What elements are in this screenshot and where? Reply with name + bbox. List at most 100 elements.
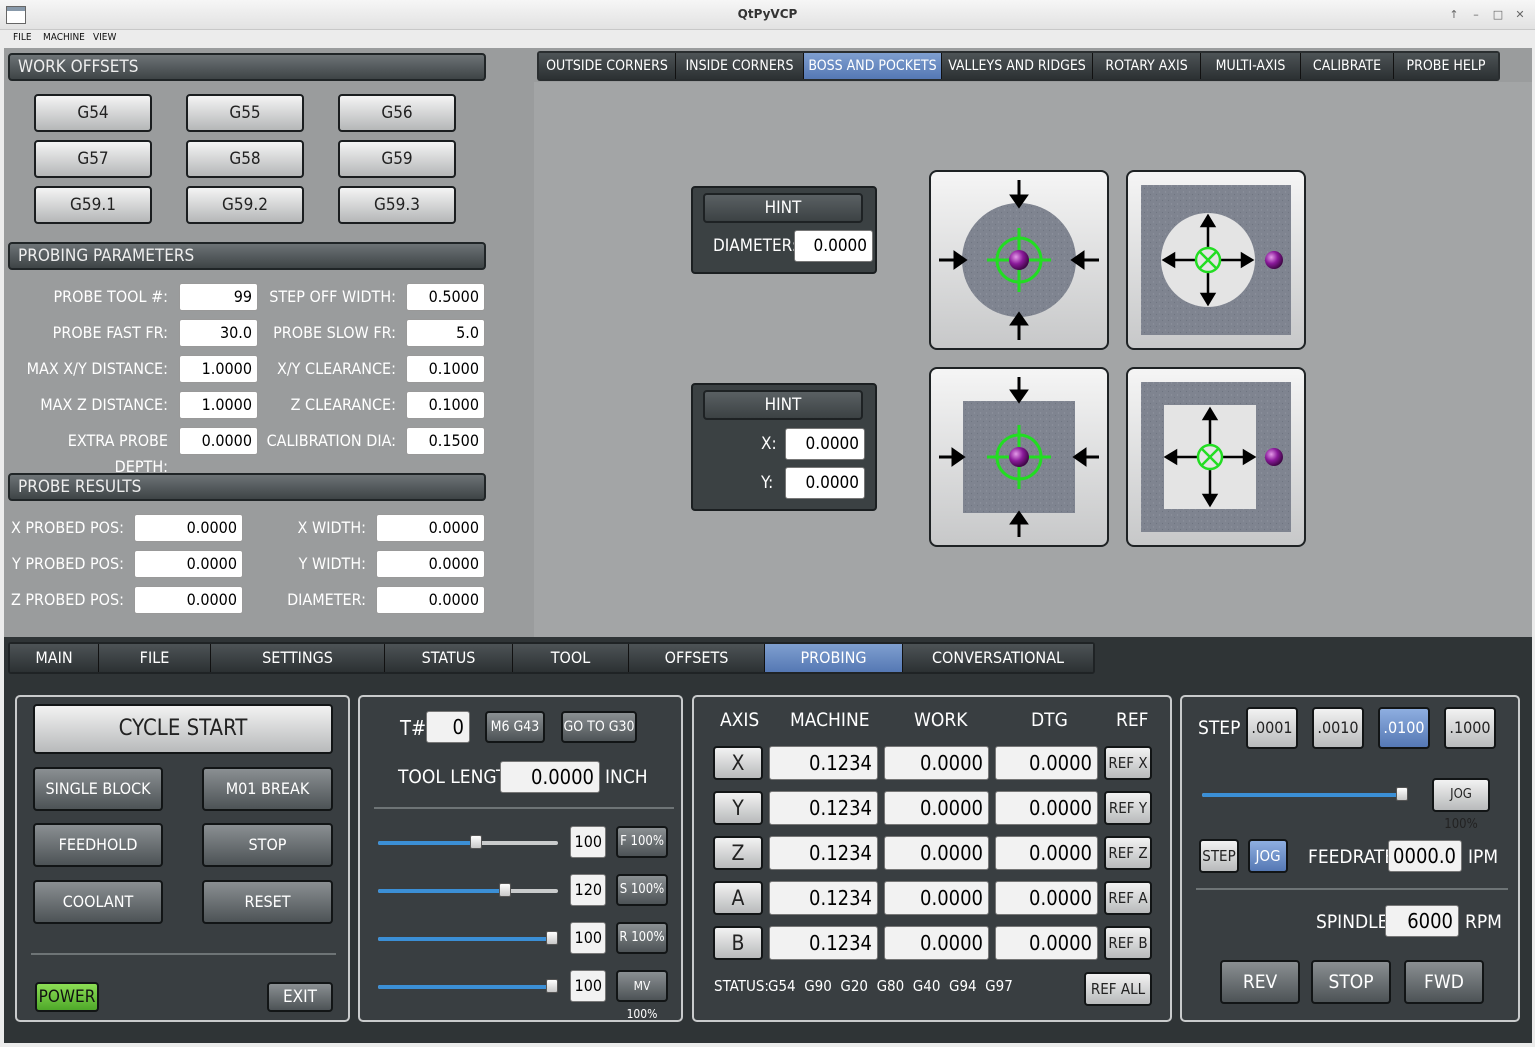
keep-above-icon[interactable]: ↑ — [1447, 8, 1461, 22]
m01-break-button[interactable]: M01 BREAK — [202, 767, 333, 811]
axis-b-button[interactable]: B — [713, 926, 763, 960]
ref-a-button[interactable]: REF A — [1104, 881, 1152, 915]
tab-status[interactable]: STATUS — [385, 644, 513, 672]
rapid-override-reset-button[interactable]: R 100% — [616, 922, 668, 954]
diameter-field[interactable]: 0.0000 — [794, 230, 873, 262]
g57-button[interactable]: G57 — [34, 140, 152, 178]
tab-probe-help[interactable]: PROBE HELP — [1394, 53, 1498, 79]
max-velocity-reset-button[interactable]: MV 100% — [616, 970, 668, 1021]
tab-calibrate[interactable]: CALIBRATE — [1301, 53, 1394, 79]
round-hint-button[interactable]: HINT — [703, 193, 863, 223]
spindle-speed-field[interactable]: 6000 — [1385, 905, 1459, 937]
g55-button[interactable]: G55 — [186, 94, 304, 132]
minimize-icon[interactable]: – — [1469, 8, 1483, 22]
feed-override-knob[interactable] — [470, 835, 482, 849]
g59-3-button[interactable]: G59.3 — [338, 186, 456, 224]
tab-multi-axis[interactable]: MULTI-AXIS — [1201, 53, 1301, 79]
ref-b-button[interactable]: REF B — [1104, 926, 1152, 960]
step-0001-button[interactable]: .0001 — [1246, 707, 1298, 749]
max-xy-distance-field[interactable]: 1.0000 — [179, 355, 258, 383]
tab-boss-and-pockets[interactable]: BOSS AND POCKETS — [804, 53, 942, 79]
probe-pocket-rect-button[interactable] — [1126, 367, 1306, 547]
tab-valleys-and-ridges[interactable]: VALLEYS AND RIDGES — [942, 53, 1093, 79]
cycle-start-button[interactable]: CYCLE START — [33, 704, 333, 754]
calibration-dia-field[interactable]: 0.1500 — [406, 427, 485, 455]
jog-100-button[interactable]: JOG 100% — [1432, 778, 1490, 832]
g58-button[interactable]: G58 — [186, 140, 304, 178]
step-1000-button[interactable]: .1000 — [1444, 707, 1496, 749]
tab-probing[interactable]: PROBING — [765, 644, 903, 672]
z-clearance-field[interactable]: 0.1000 — [406, 391, 485, 419]
spindle-override-knob[interactable] — [499, 883, 511, 897]
g59-2-button[interactable]: G59.2 — [186, 186, 304, 224]
rapid-override-slider[interactable] — [378, 931, 558, 945]
single-block-button[interactable]: SINGLE BLOCK — [33, 767, 163, 811]
axis-z-button[interactable]: Z — [713, 836, 763, 870]
jog-speed-knob[interactable] — [1396, 787, 1408, 801]
exit-button[interactable]: EXIT — [267, 982, 333, 1012]
tab-conversational[interactable]: CONVERSATIONAL — [903, 644, 1093, 672]
ref-y-button[interactable]: REF Y — [1104, 791, 1152, 825]
step-0100-button[interactable]: .0100 — [1378, 707, 1430, 749]
spindle-override-slider[interactable] — [378, 883, 558, 897]
tab-settings[interactable]: SETTINGS — [211, 644, 385, 672]
rect-hint-button[interactable]: HINT — [703, 390, 863, 420]
tab-rotary-axis[interactable]: ROTARY AXIS — [1093, 53, 1201, 79]
feedrate-field[interactable]: 0000.0 — [1388, 840, 1462, 872]
close-icon[interactable]: ✕ — [1513, 8, 1527, 22]
feed-override-reset-button[interactable]: F 100% — [616, 826, 668, 858]
axis-x-button[interactable]: X — [713, 746, 763, 780]
y-field[interactable]: 0.0000 — [785, 467, 865, 499]
step-off-width-field[interactable]: 0.5000 — [406, 283, 485, 311]
menu-machine[interactable]: MACHINE — [43, 32, 85, 43]
g59-button[interactable]: G59 — [338, 140, 456, 178]
step-0010-button[interactable]: .0010 — [1312, 707, 1364, 749]
g54-button[interactable]: G54 — [34, 94, 152, 132]
g59-1-button[interactable]: G59.1 — [34, 186, 152, 224]
x-field[interactable]: 0.0000 — [785, 428, 865, 460]
menu-file[interactable]: FILE — [13, 32, 32, 43]
feed-override-slider[interactable] — [378, 835, 558, 849]
tool-number-field[interactable]: 0 — [426, 711, 470, 743]
tab-file[interactable]: FILE — [99, 644, 211, 672]
tab-main[interactable]: MAIN — [10, 644, 99, 672]
ref-z-button[interactable]: REF Z — [1104, 836, 1152, 870]
spindle-override-reset-button[interactable]: S 100% — [616, 874, 668, 906]
maximize-icon[interactable]: □ — [1491, 8, 1505, 22]
power-button[interactable]: POWER — [35, 982, 99, 1012]
probe-tool-field[interactable]: 99 — [179, 283, 258, 311]
feedhold-button[interactable]: FEEDHOLD — [33, 823, 163, 867]
spindle-stop-button[interactable]: STOP — [1311, 960, 1391, 1004]
ref-all-button[interactable]: REF ALL — [1084, 972, 1152, 1006]
axis-a-button[interactable]: A — [713, 881, 763, 915]
step-mode-button[interactable]: STEP — [1199, 839, 1239, 873]
g56-button[interactable]: G56 — [338, 94, 456, 132]
max-z-distance-field[interactable]: 1.0000 — [179, 391, 258, 419]
tab-tool[interactable]: TOOL — [513, 644, 629, 672]
spindle-rev-button[interactable]: REV — [1220, 960, 1300, 1004]
go-to-g30-button[interactable]: GO TO G30 — [561, 711, 637, 743]
tool-length-field[interactable]: 0.0000 — [500, 761, 600, 793]
m6-g43-button[interactable]: M6 G43 — [485, 711, 545, 743]
tab-inside-corners[interactable]: INSIDE CORNERS — [676, 53, 804, 79]
spindle-fwd-button[interactable]: FWD — [1404, 960, 1484, 1004]
probe-fast-fr-field[interactable]: 30.0 — [179, 319, 258, 347]
coolant-button[interactable]: COOLANT — [33, 880, 163, 924]
max-velocity-slider[interactable] — [378, 979, 558, 993]
probe-slow-fr-field[interactable]: 5.0 — [406, 319, 485, 347]
menu-view[interactable]: VIEW — [93, 32, 116, 43]
extra-probe-depth-field[interactable]: 0.0000 — [179, 427, 258, 455]
tab-offsets[interactable]: OFFSETS — [629, 644, 765, 672]
stop-button[interactable]: STOP — [202, 823, 333, 867]
probe-boss-rect-button[interactable] — [929, 367, 1109, 547]
axis-y-button[interactable]: Y — [713, 791, 763, 825]
probe-boss-round-button[interactable] — [929, 170, 1109, 350]
jog-speed-slider[interactable] — [1202, 787, 1408, 801]
probe-pocket-round-button[interactable] — [1126, 170, 1306, 350]
max-velocity-knob[interactable] — [546, 979, 558, 993]
xy-clearance-field[interactable]: 0.1000 — [406, 355, 485, 383]
rapid-override-knob[interactable] — [546, 931, 558, 945]
reset-button[interactable]: RESET — [202, 880, 333, 924]
ref-x-button[interactable]: REF X — [1104, 746, 1152, 780]
tab-outside-corners[interactable]: OUTSIDE CORNERS — [539, 53, 676, 79]
